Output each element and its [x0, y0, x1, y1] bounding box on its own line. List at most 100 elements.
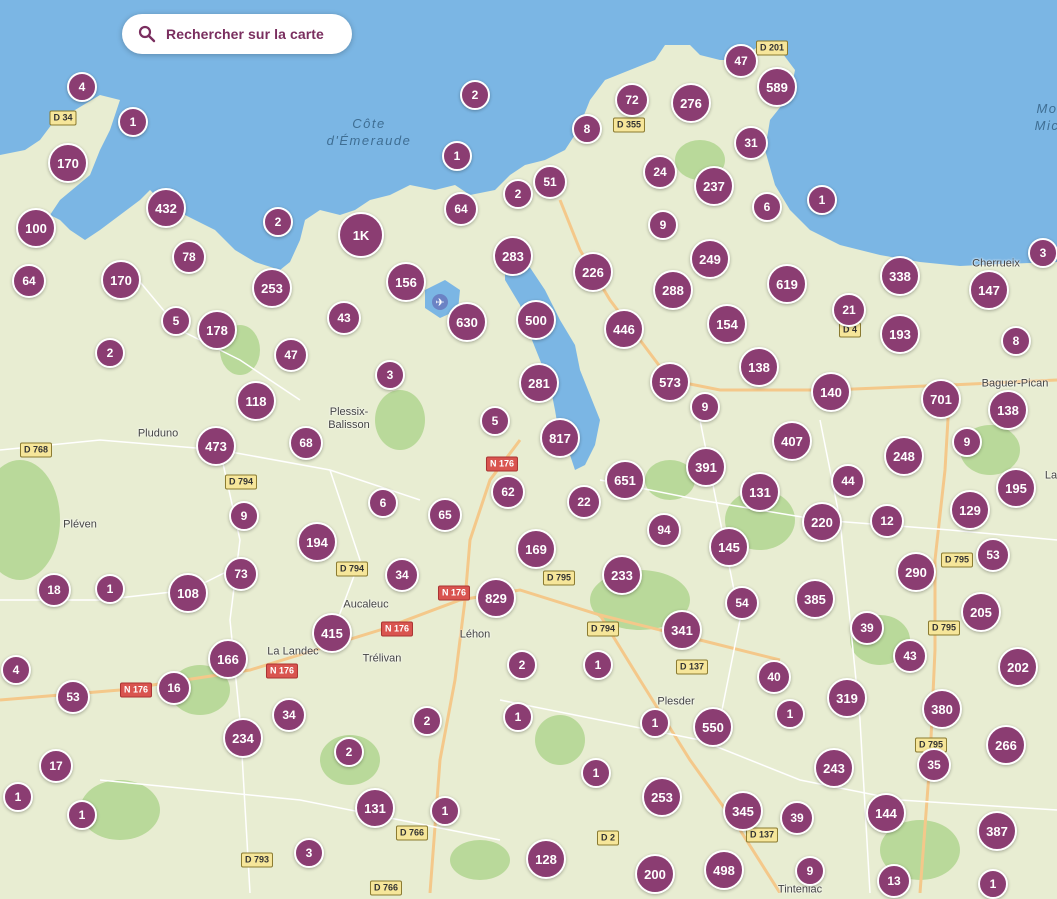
- cluster-marker[interactable]: 140: [811, 372, 851, 412]
- cluster-marker[interactable]: 288: [653, 270, 693, 310]
- cluster-marker[interactable]: 220: [802, 502, 842, 542]
- cluster-marker[interactable]: 94: [647, 513, 681, 547]
- cluster-marker[interactable]: 249: [690, 239, 730, 279]
- cluster-marker[interactable]: 630: [447, 302, 487, 342]
- cluster-marker[interactable]: 129: [950, 490, 990, 530]
- cluster-marker[interactable]: 47: [274, 338, 308, 372]
- cluster-marker[interactable]: 31: [734, 126, 768, 160]
- cluster-marker[interactable]: 53: [56, 680, 90, 714]
- cluster-marker[interactable]: 34: [385, 558, 419, 592]
- cluster-marker[interactable]: 550: [693, 707, 733, 747]
- cluster-marker[interactable]: 319: [827, 678, 867, 718]
- cluster-marker[interactable]: 2: [263, 207, 293, 237]
- cluster-marker[interactable]: 131: [740, 472, 780, 512]
- cluster-marker[interactable]: 1: [583, 650, 613, 680]
- cluster-marker[interactable]: 24: [643, 155, 677, 189]
- cluster-marker[interactable]: 234: [223, 718, 263, 758]
- cluster-marker[interactable]: 233: [602, 555, 642, 595]
- cluster-marker[interactable]: 72: [615, 83, 649, 117]
- cluster-marker[interactable]: 1: [67, 800, 97, 830]
- cluster-marker[interactable]: 18: [37, 573, 71, 607]
- cluster-marker[interactable]: 500: [516, 300, 556, 340]
- cluster-marker[interactable]: 1: [430, 796, 460, 826]
- cluster-marker[interactable]: 40: [757, 660, 791, 694]
- cluster-marker[interactable]: 21: [832, 293, 866, 327]
- cluster-marker[interactable]: 338: [880, 256, 920, 296]
- cluster-marker[interactable]: 619: [767, 264, 807, 304]
- cluster-marker[interactable]: 12: [870, 504, 904, 538]
- cluster-marker[interactable]: 290: [896, 552, 936, 592]
- cluster-marker[interactable]: 701: [921, 379, 961, 419]
- cluster-marker[interactable]: 2: [334, 737, 364, 767]
- cluster-marker[interactable]: 9: [690, 392, 720, 422]
- cluster-marker[interactable]: 1: [503, 702, 533, 732]
- cluster-marker[interactable]: 39: [780, 801, 814, 835]
- cluster-marker[interactable]: 64: [444, 192, 478, 226]
- cluster-marker[interactable]: 39: [850, 611, 884, 645]
- cluster-marker[interactable]: 6: [368, 488, 398, 518]
- cluster-marker[interactable]: 35: [917, 748, 951, 782]
- cluster-marker[interactable]: 170: [48, 143, 88, 183]
- cluster-marker[interactable]: 144: [866, 793, 906, 833]
- cluster-marker[interactable]: 243: [814, 748, 854, 788]
- cluster-marker[interactable]: 380: [922, 689, 962, 729]
- cluster-marker[interactable]: 138: [739, 347, 779, 387]
- cluster-marker[interactable]: 1: [978, 869, 1008, 899]
- cluster-marker[interactable]: 154: [707, 304, 747, 344]
- cluster-marker[interactable]: 4: [67, 72, 97, 102]
- cluster-marker[interactable]: 1: [775, 699, 805, 729]
- cluster-marker[interactable]: 169: [516, 529, 556, 569]
- cluster-marker[interactable]: 205: [961, 592, 1001, 632]
- cluster-marker[interactable]: 498: [704, 850, 744, 890]
- cluster-marker[interactable]: 9: [795, 856, 825, 886]
- cluster-marker[interactable]: 68: [289, 426, 323, 460]
- cluster-marker[interactable]: 170: [101, 260, 141, 300]
- cluster-marker[interactable]: 1: [95, 574, 125, 604]
- cluster-marker[interactable]: 166: [208, 639, 248, 679]
- cluster-marker[interactable]: 43: [893, 639, 927, 673]
- cluster-marker[interactable]: 16: [157, 671, 191, 705]
- search-button[interactable]: Rechercher sur la carte: [122, 14, 352, 54]
- cluster-marker[interactable]: 78: [172, 240, 206, 274]
- cluster-marker[interactable]: 5: [480, 406, 510, 436]
- cluster-marker[interactable]: 9: [229, 501, 259, 531]
- cluster-marker[interactable]: 1: [442, 141, 472, 171]
- cluster-marker[interactable]: 2: [95, 338, 125, 368]
- cluster-marker[interactable]: 387: [977, 811, 1017, 851]
- cluster-marker[interactable]: 829: [476, 578, 516, 618]
- cluster-marker[interactable]: 1: [581, 758, 611, 788]
- cluster-marker[interactable]: 4: [1, 655, 31, 685]
- cluster-marker[interactable]: 1K: [338, 212, 384, 258]
- cluster-marker[interactable]: 193: [880, 314, 920, 354]
- cluster-marker[interactable]: 147: [969, 270, 1009, 310]
- cluster-marker[interactable]: 253: [252, 268, 292, 308]
- cluster-marker[interactable]: 131: [355, 788, 395, 828]
- cluster-marker[interactable]: 54: [725, 586, 759, 620]
- cluster-marker[interactable]: 22: [567, 485, 601, 519]
- cluster-marker[interactable]: 65: [428, 498, 462, 532]
- cluster-marker[interactable]: 473: [196, 426, 236, 466]
- cluster-marker[interactable]: 407: [772, 421, 812, 461]
- cluster-marker[interactable]: 6: [752, 192, 782, 222]
- cluster-marker[interactable]: 2: [507, 650, 537, 680]
- cluster-marker[interactable]: 226: [573, 252, 613, 292]
- cluster-marker[interactable]: 446: [604, 309, 644, 349]
- cluster-marker[interactable]: 53: [976, 538, 1010, 572]
- cluster-marker[interactable]: 5: [161, 306, 191, 336]
- cluster-marker[interactable]: 2: [503, 179, 533, 209]
- cluster-marker[interactable]: 345: [723, 791, 763, 831]
- cluster-marker[interactable]: 118: [236, 381, 276, 421]
- cluster-marker[interactable]: 385: [795, 579, 835, 619]
- cluster-marker[interactable]: 17: [39, 749, 73, 783]
- cluster-marker[interactable]: 1: [640, 708, 670, 738]
- cluster-marker[interactable]: 283: [493, 236, 533, 276]
- cluster-marker[interactable]: 1: [3, 782, 33, 812]
- cluster-marker[interactable]: 237: [694, 166, 734, 206]
- cluster-marker[interactable]: 108: [168, 573, 208, 613]
- cluster-marker[interactable]: 128: [526, 839, 566, 879]
- cluster-marker[interactable]: 194: [297, 522, 337, 562]
- cluster-marker[interactable]: 202: [998, 647, 1038, 687]
- cluster-marker[interactable]: 432: [146, 188, 186, 228]
- cluster-marker[interactable]: 43: [327, 301, 361, 335]
- cluster-marker[interactable]: 47: [724, 44, 758, 78]
